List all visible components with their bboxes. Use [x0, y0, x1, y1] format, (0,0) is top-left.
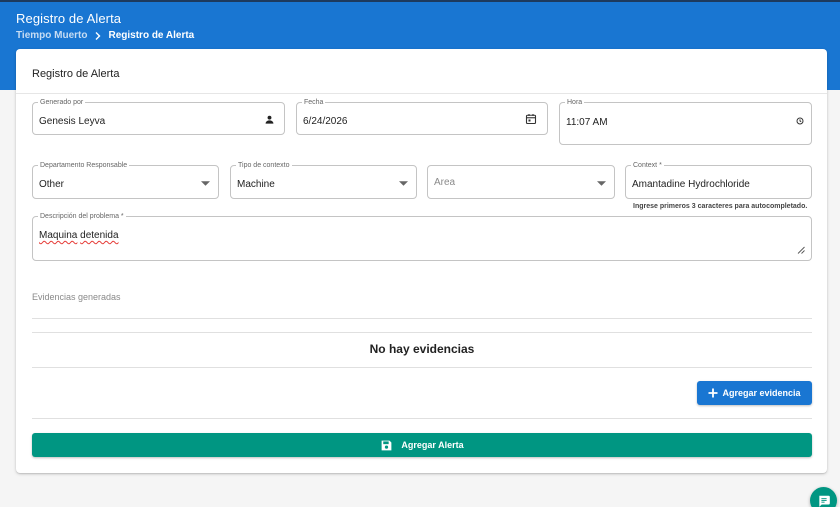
evidence-section-label: Evidencias generadas	[32, 292, 121, 302]
add-evidence-label: Agregar evidencia	[722, 388, 801, 398]
clock-icon[interactable]	[795, 116, 804, 125]
date-field[interactable]: Fecha 6/24/2026	[296, 98, 548, 135]
generated-by-label: Generado por	[38, 98, 86, 107]
dropdown-arrow-icon	[596, 178, 606, 188]
page-title: Registro de Alerta	[16, 11, 122, 26]
department-select[interactable]: Departamento Responsable Other	[32, 161, 219, 199]
spellcheck-word: Maquina	[39, 230, 78, 241]
generated-by-field[interactable]: Generado por Genesis Leyva	[32, 98, 285, 135]
context-value: Amantadine Hydrochloride	[632, 179, 750, 190]
time-label: Hora	[565, 98, 585, 107]
chevron-right-icon	[95, 31, 101, 40]
resize-handle-icon[interactable]	[796, 245, 806, 255]
breadcrumb-current: Registro de Alerta	[108, 30, 195, 41]
card-title: Registro de Alerta	[32, 68, 120, 80]
breadcrumb-link-tiempo-muerto[interactable]: Tiempo Muerto	[16, 30, 87, 41]
no-evidence-message: No hay evidencias	[369, 342, 475, 356]
calendar-icon[interactable]	[524, 112, 537, 125]
add-alert-label: Agregar Alerta	[401, 440, 464, 450]
context-helper-text: Ingrese primeros 3 caracteres para autoc…	[633, 203, 808, 210]
chat-icon	[817, 494, 831, 507]
problem-description-label: Descripción del problema *	[38, 212, 126, 221]
problem-description-textarea[interactable]: Descripción del problema * Maquina deten…	[32, 212, 812, 261]
time-value: 11:07 AM	[566, 117, 608, 128]
divider	[32, 318, 812, 319]
date-value: 6/24/2026	[303, 116, 348, 127]
department-label: Departamento Responsable	[38, 161, 130, 170]
time-minute[interactable]: 07	[579, 117, 590, 128]
plus-icon	[708, 388, 718, 398]
dropdown-arrow-icon	[398, 178, 408, 188]
person-icon	[263, 113, 275, 125]
spellcheck-word: detenida	[80, 230, 119, 241]
context-label: Context *	[631, 161, 664, 170]
context-type-label: Tipo de contexto	[236, 161, 292, 170]
time-period[interactable]: AM	[593, 117, 608, 128]
context-type-select[interactable]: Tipo de contexto Machine	[230, 161, 417, 199]
chat-fab-button[interactable]	[810, 487, 837, 507]
context-autocomplete-input[interactable]: Context * Amantadine Hydrochloride	[625, 161, 812, 199]
date-label: Fecha	[302, 98, 326, 107]
dropdown-arrow-icon	[200, 178, 210, 188]
department-value: Other	[39, 179, 65, 190]
area-select[interactable]: Area	[427, 165, 615, 199]
context-type-value: Machine	[237, 179, 275, 190]
add-alert-button[interactable]: Agregar Alerta	[32, 433, 812, 457]
breadcrumb: Tiempo Muerto Registro de Alerta	[16, 30, 194, 41]
time-hour[interactable]: 11	[566, 117, 576, 128]
card-divider	[16, 93, 827, 94]
add-evidence-button[interactable]: Agregar evidencia	[697, 381, 812, 405]
divider	[32, 418, 812, 419]
divider	[32, 332, 812, 333]
save-icon	[380, 439, 393, 452]
area-placeholder: Area	[434, 177, 456, 188]
time-field[interactable]: Hora 11:07 AM	[559, 98, 812, 145]
generated-by-value: Genesis Leyva	[39, 116, 106, 127]
problem-description-value: Maquina detenida	[39, 230, 119, 241]
divider	[32, 367, 812, 368]
